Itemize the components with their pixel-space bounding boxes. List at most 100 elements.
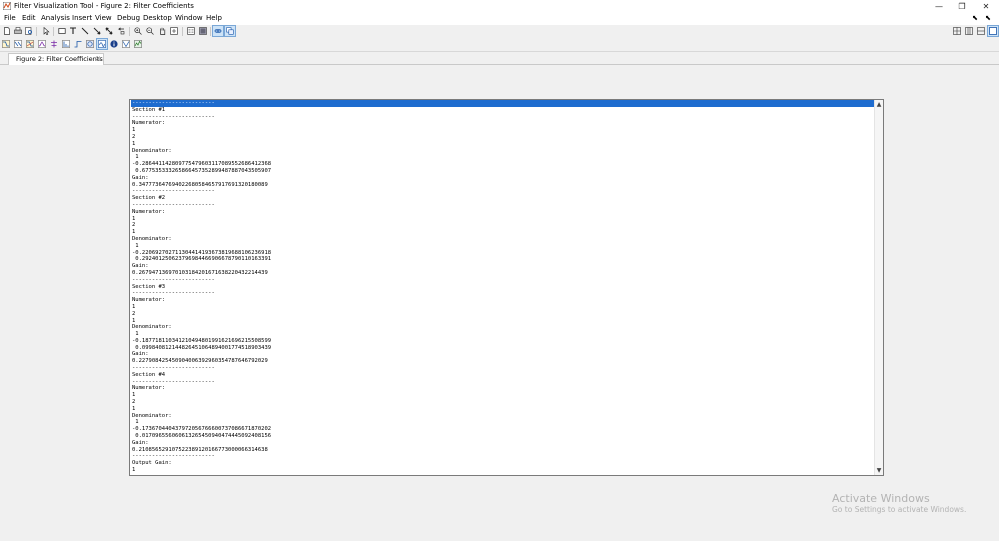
coefficient-line[interactable]: ------------------------- — [131, 453, 875, 460]
coefficient-line[interactable]: -0.2864411428097754796031170895526864123… — [131, 161, 875, 168]
mag-phase-icon[interactable] — [25, 39, 35, 49]
coefficient-line[interactable]: Section #2 — [131, 195, 875, 202]
coefficient-line[interactable]: Denominator: — [131, 413, 875, 420]
print-icon[interactable] — [13, 26, 23, 36]
coefficient-line[interactable]: Numerator: — [131, 209, 875, 216]
coefficient-line[interactable]: 1 — [131, 127, 875, 134]
scroll-up-icon[interactable]: ▲ — [875, 100, 883, 109]
coefficient-line[interactable]: 1 — [131, 229, 875, 236]
line-icon[interactable] — [80, 26, 90, 36]
select-arrow-icon[interactable] — [41, 26, 51, 36]
print-preview-icon[interactable] — [24, 26, 34, 36]
coefficient-line[interactable]: 2 — [131, 311, 875, 318]
dock-icon[interactable]: ⬉ — [985, 14, 991, 23]
filter-info-icon[interactable] — [109, 39, 119, 49]
pan-icon[interactable] — [157, 26, 167, 36]
coefficient-line[interactable]: Gain: — [131, 440, 875, 447]
menu-insert[interactable]: Insert — [72, 14, 92, 23]
coefficient-line[interactable]: Gain: — [131, 263, 875, 270]
coefficient-line[interactable]: ------------------------- — [131, 114, 875, 121]
coefficient-line[interactable]: ------------------------- — [131, 365, 875, 372]
colorbar-icon[interactable] — [198, 26, 208, 36]
double-arrow-icon[interactable] — [104, 26, 114, 36]
magnitude-estimate-icon[interactable] — [121, 39, 131, 49]
coefficient-line[interactable]: 2 — [131, 134, 875, 141]
phase-response-icon[interactable] — [13, 39, 23, 49]
coefficients-listbox[interactable]: ------------------------- Section #1 -----… — [129, 99, 884, 476]
coefficient-line[interactable]: 0.26794713697010318420167163822043221443… — [131, 270, 875, 277]
menu-edit[interactable]: Edit — [22, 14, 36, 23]
coefficient-line[interactable]: 0.22790842545090400639296035478764679202… — [131, 358, 875, 365]
coefficient-line[interactable]: 1 — [131, 141, 875, 148]
coefficient-line[interactable]: Numerator: — [131, 120, 875, 127]
coefficient-line[interactable]: 2 — [131, 222, 875, 229]
rectangle-icon[interactable] — [57, 26, 67, 36]
coefficient-line[interactable]: 1 — [131, 216, 875, 223]
coefficient-line[interactable]: 1 — [131, 318, 875, 325]
menu-desktop[interactable]: Desktop — [143, 14, 172, 23]
tile-grid-icon[interactable] — [952, 26, 962, 36]
coefficient-line[interactable]: Gain: — [131, 175, 875, 182]
coefficient-line[interactable]: 0.67753533326586645735289948788704350590… — [131, 168, 875, 175]
filter-coefficients-icon[interactable] — [96, 38, 108, 50]
coefficient-line[interactable]: Gain: — [131, 351, 875, 358]
pole-zero-icon[interactable] — [85, 39, 95, 49]
coefficient-line[interactable]: -0.1736704404379720567666007370866718702… — [131, 426, 875, 433]
coefficient-line[interactable]: Section #3 — [131, 284, 875, 291]
tile-columns-icon[interactable] — [964, 26, 974, 36]
step-response-icon[interactable] — [73, 39, 83, 49]
menu-window[interactable]: Window — [175, 14, 203, 23]
legend-icon[interactable] — [186, 26, 196, 36]
noise-power-icon[interactable] — [133, 39, 143, 49]
data-cursor-icon[interactable] — [169, 26, 179, 36]
coefficient-line[interactable]: 0.21085652910752238912016677300006631463… — [131, 447, 875, 454]
coefficient-line[interactable]: 1 — [131, 304, 875, 311]
coefficient-line[interactable]: ------------------------- — [131, 379, 875, 386]
magnitude-response-icon[interactable] — [1, 39, 11, 49]
coefficient-line[interactable]: ------------------------- — [131, 290, 875, 297]
group-delay-icon[interactable] — [37, 39, 47, 49]
coefficient-line[interactable]: ------------------------- — [131, 202, 875, 209]
menu-view[interactable]: View — [95, 14, 112, 23]
minimize-button[interactable]: — — [928, 0, 950, 12]
tab-close-icon[interactable]: ✕ — [95, 54, 101, 64]
coefficient-line[interactable]: 1 — [131, 467, 875, 474]
coefficient-line[interactable]: 2 — [131, 399, 875, 406]
phase-delay-icon[interactable] — [49, 39, 59, 49]
scroll-down-icon[interactable]: ▼ — [875, 466, 883, 475]
coefficient-line[interactable]: Denominator: — [131, 148, 875, 155]
coefficient-line[interactable]: Numerator: — [131, 385, 875, 392]
coefficient-line[interactable]: Section #1 — [131, 107, 875, 114]
impulse-response-icon[interactable] — [61, 39, 71, 49]
vertical-scrollbar[interactable]: ▲ ▼ — [874, 100, 883, 475]
coefficient-line[interactable]: 1 — [131, 243, 875, 250]
coefficient-line[interactable]: Section #4 — [131, 372, 875, 379]
coefficient-line[interactable]: 0.29240125062379698446690667879011016339… — [131, 256, 875, 263]
coefficient-line[interactable]: -0.2206927027113044141936738196881062369… — [131, 250, 875, 257]
coefficient-line[interactable]: Denominator: — [131, 324, 875, 331]
menu-file[interactable]: File — [4, 14, 16, 23]
coefficient-line[interactable]: 1 — [131, 154, 875, 161]
coefficient-line[interactable]: Denominator: — [131, 236, 875, 243]
link-icon[interactable] — [212, 25, 224, 37]
menu-debug[interactable]: Debug — [117, 14, 140, 23]
coefficient-line[interactable]: -0.1877181103412104948019916216962155085… — [131, 338, 875, 345]
restore-button[interactable]: ❐ — [951, 0, 973, 12]
coefficient-line[interactable]: 1 — [131, 392, 875, 399]
coefficient-line[interactable]: 1 — [131, 406, 875, 413]
menu-analysis[interactable]: Analysis — [41, 14, 70, 23]
coefficient-line[interactable]: 1 — [131, 419, 875, 426]
tile-rows-icon[interactable] — [976, 26, 986, 36]
close-window-button[interactable]: ✕ — [975, 0, 997, 12]
coefficient-line[interactable]: 0.09984081214482645106489400177451890343… — [131, 345, 875, 352]
coefficient-line[interactable]: ------------------------- — [131, 100, 875, 107]
coefficient-line[interactable]: ------------------------- — [131, 277, 875, 284]
inspector-icon[interactable] — [224, 25, 236, 37]
coefficient-line[interactable]: ------------------------- — [131, 188, 875, 195]
new-file-icon[interactable] — [2, 26, 12, 36]
arrow-icon[interactable] — [92, 26, 102, 36]
undock-icon[interactable]: ⬉ — [972, 14, 978, 23]
coefficient-line[interactable]: Output Gain: — [131, 460, 875, 467]
coefficient-line[interactable]: Numerator: — [131, 297, 875, 304]
text-arrow-icon[interactable] — [116, 26, 126, 36]
